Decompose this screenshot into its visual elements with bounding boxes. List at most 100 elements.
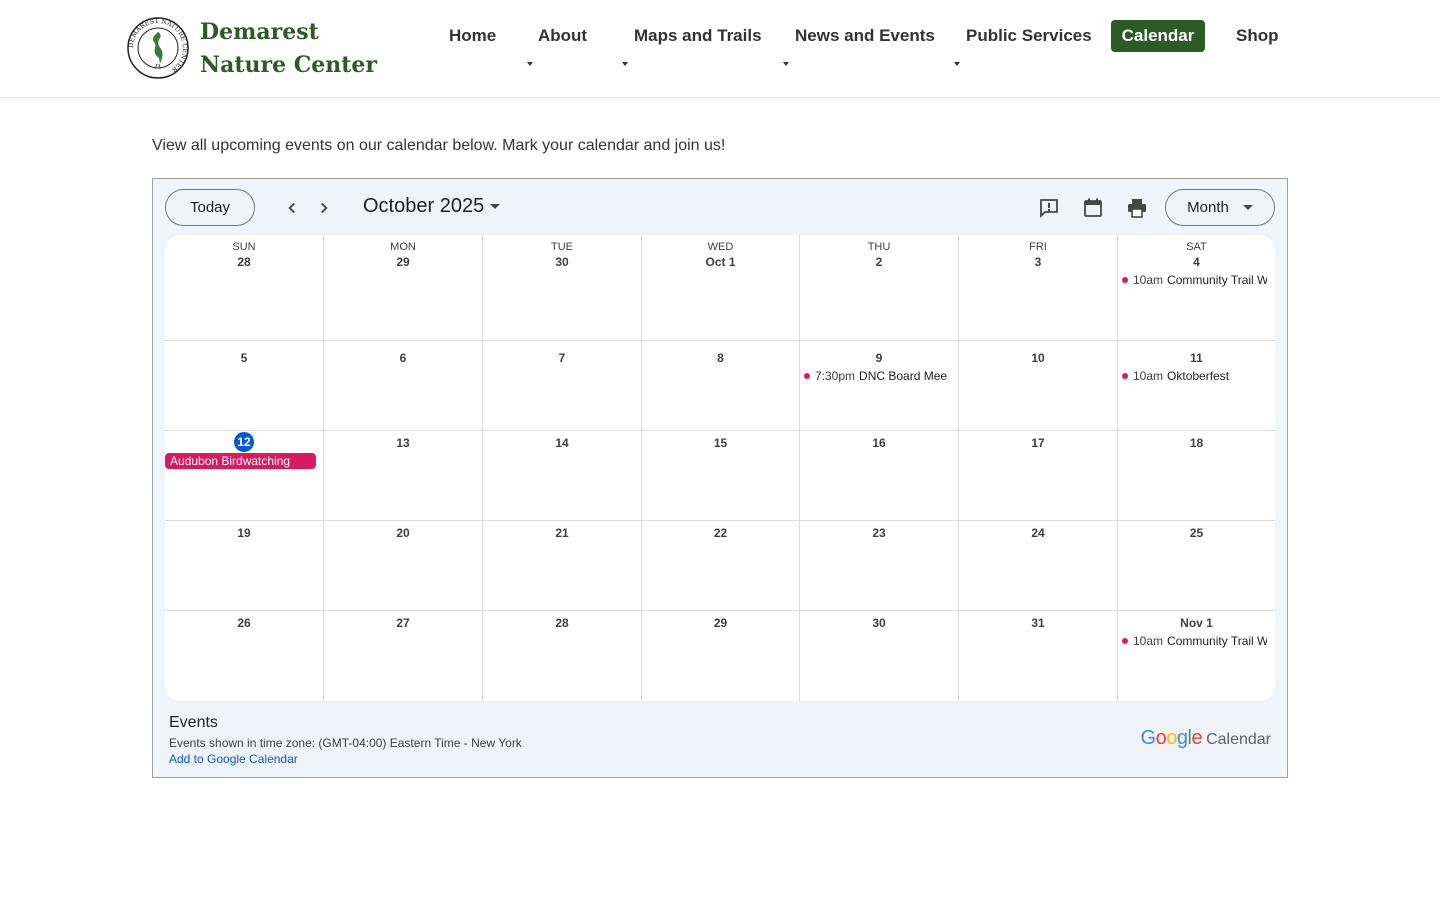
day-cell[interactable]: 19 <box>165 521 324 611</box>
day-cell[interactable]: FRI 3 <box>959 235 1118 341</box>
day-cell[interactable]: 7 <box>483 341 642 431</box>
day-number[interactable]: 26 <box>165 616 323 630</box>
day-number[interactable]: 28 <box>483 616 641 630</box>
nav-about[interactable]: About <box>538 26 587 46</box>
day-number[interactable]: 24 <box>959 526 1117 540</box>
day-cell[interactable]: 5 <box>165 341 324 431</box>
day-cell[interactable]: 20 <box>324 521 483 611</box>
nav-maps-and-trails[interactable]: Maps and Trails <box>634 26 762 46</box>
day-cell[interactable]: 14 <box>483 431 642 521</box>
view-mode-button[interactable]: Month <box>1165 189 1275 226</box>
day-number[interactable]: 27 <box>324 616 482 630</box>
day-number[interactable]: 28 <box>165 255 323 269</box>
day-cell[interactable]: 31 <box>959 611 1118 701</box>
event-audubon-birdwatching[interactable]: Audubon Birdwatching <box>165 453 316 469</box>
day-cell[interactable]: 9 7:30pm DNC Board Mee <box>800 341 959 431</box>
day-number[interactable]: 29 <box>324 255 482 269</box>
weekday-label: SAT <box>1186 241 1207 253</box>
day-cell[interactable]: 22 <box>642 521 800 611</box>
nav-shop[interactable]: Shop <box>1236 26 1279 46</box>
day-number[interactable]: 5 <box>165 351 323 365</box>
day-number[interactable]: 22 <box>642 526 799 540</box>
today-button[interactable]: Today <box>165 189 255 226</box>
day-cell[interactable]: 23 <box>800 521 959 611</box>
add-to-google-calendar-link[interactable]: Add to Google Calendar <box>169 752 298 766</box>
day-number[interactable]: Nov 1 <box>1118 616 1275 630</box>
day-number[interactable]: 31 <box>959 616 1117 630</box>
feedback-icon[interactable] <box>1037 196 1061 220</box>
day-cell[interactable]: TUE 30 <box>483 235 642 341</box>
nav-news-and-events[interactable]: News and Events <box>795 26 935 46</box>
logo-seal-icon[interactable]: DEMAREST NATURE CENTER <box>127 17 189 79</box>
day-cell-today[interactable]: 12 Audubon Birdwatching <box>165 431 324 521</box>
day-cell[interactable]: 30 <box>800 611 959 701</box>
day-number[interactable]: 8 <box>642 351 799 365</box>
next-month-icon[interactable] <box>313 197 335 219</box>
day-number[interactable]: 18 <box>1118 436 1275 450</box>
day-cell[interactable]: 18 <box>1118 431 1275 521</box>
day-number[interactable]: 7 <box>483 351 641 365</box>
day-number[interactable]: 3 <box>959 255 1117 269</box>
day-cell[interactable]: 10 <box>959 341 1118 431</box>
nav-home[interactable]: Home <box>449 26 496 46</box>
public-services-dropdown-caret-icon[interactable] <box>954 62 960 66</box>
day-number[interactable]: 6 <box>324 351 482 365</box>
day-cell[interactable]: 11 10am Oktoberfest <box>1118 341 1275 431</box>
news-dropdown-caret-icon[interactable] <box>783 62 789 66</box>
day-cell[interactable]: 15 <box>642 431 800 521</box>
about-dropdown-caret-icon[interactable] <box>527 62 533 66</box>
google-calendar-logo[interactable]: Google Calendar <box>1141 727 1271 750</box>
day-number[interactable]: 30 <box>800 616 958 630</box>
event-time: 10am <box>1133 369 1164 383</box>
day-number[interactable]: 14 <box>483 436 641 450</box>
day-number[interactable]: 23 <box>800 526 958 540</box>
day-cell[interactable]: 6 <box>324 341 483 431</box>
day-number[interactable]: 2 <box>800 255 958 269</box>
calendar-icon[interactable] <box>1081 196 1105 220</box>
day-cell[interactable]: 13 <box>324 431 483 521</box>
day-number[interactable]: 4 <box>1118 255 1275 269</box>
print-icon[interactable] <box>1125 196 1149 220</box>
day-cell[interactable]: THU 2 <box>800 235 959 341</box>
day-cell[interactable]: MON 29 <box>324 235 483 341</box>
day-cell[interactable]: 25 <box>1118 521 1275 611</box>
day-cell[interactable]: 26 <box>165 611 324 701</box>
nav-calendar[interactable]: Calendar <box>1111 20 1205 52</box>
nav-public-services[interactable]: Public Services <box>966 26 1092 46</box>
day-number[interactable]: 19 <box>165 526 323 540</box>
site-brand[interactable]: Demarest Nature Center <box>200 16 400 82</box>
day-cell[interactable]: 17 <box>959 431 1118 521</box>
day-cell[interactable]: SUN 28 <box>165 235 324 341</box>
today-day-number[interactable]: 12 <box>234 432 254 452</box>
day-cell[interactable]: 29 <box>642 611 800 701</box>
day-cell[interactable]: SAT 4 10am Community Trail W <box>1118 235 1275 341</box>
event-oktoberfest[interactable]: 10am Oktoberfest <box>1122 369 1267 383</box>
day-number[interactable]: 30 <box>483 255 641 269</box>
day-cell[interactable]: 24 <box>959 521 1118 611</box>
event-dnc-board-meeting[interactable]: 7:30pm DNC Board Mee <box>804 369 950 383</box>
day-number[interactable]: 13 <box>324 436 482 450</box>
day-number[interactable]: 11 <box>1118 351 1275 365</box>
day-number[interactable]: 16 <box>800 436 958 450</box>
day-number[interactable]: 9 <box>800 351 958 365</box>
day-number[interactable]: 25 <box>1118 526 1275 540</box>
day-cell[interactable]: 27 <box>324 611 483 701</box>
day-number[interactable]: 15 <box>642 436 799 450</box>
day-number[interactable]: Oct 1 <box>642 255 799 269</box>
day-cell[interactable]: 8 <box>642 341 800 431</box>
day-cell[interactable]: Nov 1 10am Community Trail W <box>1118 611 1275 701</box>
day-cell[interactable]: 28 <box>483 611 642 701</box>
maps-dropdown-caret-icon[interactable] <box>622 62 628 66</box>
month-selector[interactable]: October 2025 <box>363 195 501 218</box>
day-cell[interactable]: 21 <box>483 521 642 611</box>
day-number[interactable]: 10 <box>959 351 1117 365</box>
day-number[interactable]: 29 <box>642 616 799 630</box>
day-number[interactable]: 17 <box>959 436 1117 450</box>
day-cell[interactable]: WED Oct 1 <box>642 235 800 341</box>
day-number[interactable]: 20 <box>324 526 482 540</box>
event-community-trail-walk[interactable]: 10am Community Trail W <box>1122 273 1267 287</box>
previous-month-icon[interactable] <box>281 197 303 219</box>
event-community-trail-walk[interactable]: 10am Community Trail W <box>1122 634 1267 648</box>
day-number[interactable]: 21 <box>483 526 641 540</box>
day-cell[interactable]: 16 <box>800 431 959 521</box>
